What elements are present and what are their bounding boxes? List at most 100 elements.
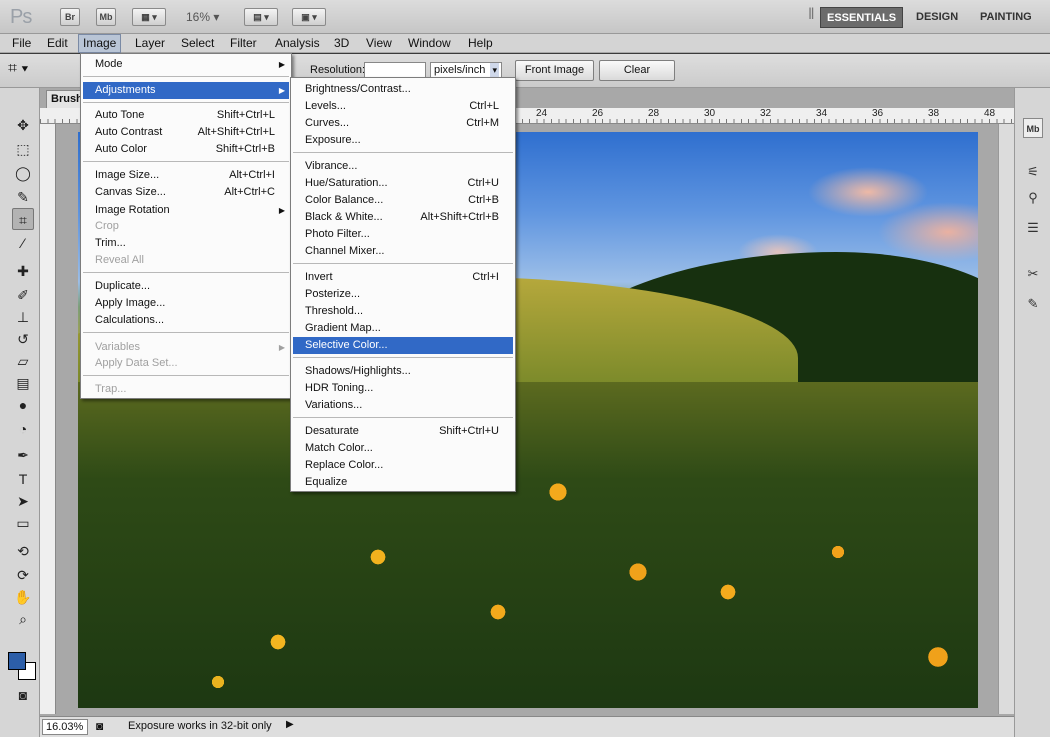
panel-dock: Mb ⚟ ⚲ ☰ ✂ ✎ (1014, 88, 1050, 737)
pen-tool-icon[interactable]: ✒ (12, 444, 34, 466)
hand-tool-icon[interactable]: ✋ (12, 586, 34, 608)
workspace-painting[interactable]: PAINTING (974, 7, 1038, 28)
zoom-percentage-field[interactable]: 16.03% (42, 719, 88, 735)
lasso-tool-icon[interactable]: ◯ (12, 162, 34, 184)
menu-select[interactable]: Select (177, 34, 218, 53)
image-menu-calculations[interactable]: Calculations... (83, 312, 289, 329)
menu-image[interactable]: Image (78, 34, 122, 53)
menu-analysis[interactable]: Analysis (271, 34, 324, 53)
status-menu-arrow-icon[interactable]: ▶ (286, 719, 294, 730)
blur-tool-icon[interactable]: ● (12, 394, 34, 416)
image-menu-image-rotation[interactable]: Image Rotation ▶ (83, 202, 289, 219)
adj-replace-color[interactable]: Replace Color... (293, 457, 513, 474)
type-tool-icon[interactable]: T (12, 468, 34, 490)
tool-presets-panel-icon[interactable]: ✂ (1023, 264, 1043, 284)
image-menu-auto-contrast[interactable]: Auto Contrast Alt+Shift+Ctrl+L (83, 124, 289, 141)
adj-levels[interactable]: Levels... Ctrl+L (293, 98, 513, 115)
quick-mask-icon[interactable]: ◙ (12, 684, 34, 706)
image-menu-trim[interactable]: Trim... (83, 235, 289, 252)
image-menu-adjustments[interactable]: Adjustments ▶ (83, 82, 289, 99)
3d-orbit-tool-icon[interactable]: ⟳ (12, 564, 34, 586)
adj-color-balance[interactable]: Color Balance... Ctrl+B (293, 192, 513, 209)
menu-file[interactable]: File (8, 34, 35, 53)
brush-panel-icon[interactable]: ✎ (1023, 294, 1043, 314)
adj-invert[interactable]: Invert Ctrl+I (293, 269, 513, 286)
clone-stamp-tool-icon[interactable]: ⊥ (12, 306, 34, 328)
menu-3d[interactable]: 3D (330, 34, 353, 53)
adj-vibrance[interactable]: Vibrance... (293, 158, 513, 175)
healing-brush-tool-icon[interactable]: ✚ (12, 260, 34, 282)
image-menu-mode[interactable]: Mode ▶ (83, 56, 289, 73)
menu-window[interactable]: Window (404, 34, 455, 53)
menu-separator (83, 272, 289, 273)
brush-tool-icon[interactable]: ✐ (12, 284, 34, 306)
menu-view[interactable]: View (362, 34, 396, 53)
adj-brightness-contrast[interactable]: Brightness/Contrast... (293, 81, 513, 98)
image-menu-image-size[interactable]: Image Size... Alt+Ctrl+I (83, 167, 289, 184)
adj-equalize[interactable]: Equalize (293, 474, 513, 491)
history-brush-tool-icon[interactable]: ↺ (12, 328, 34, 350)
image-menu-duplicate[interactable]: Duplicate... (83, 278, 289, 295)
view-extras-button[interactable]: ▦ ▾ (132, 8, 166, 26)
menu-help[interactable]: Help (464, 34, 497, 53)
adj-threshold[interactable]: Threshold... (293, 303, 513, 320)
vertical-scrollbar[interactable] (998, 124, 1014, 714)
3d-rotate-tool-icon[interactable]: ⟲ (12, 540, 34, 562)
eraser-tool-icon[interactable]: ▱ (12, 350, 34, 372)
separator-grip: ‖ (808, 6, 815, 23)
clear-button[interactable]: Clear (599, 60, 675, 81)
menu-filter[interactable]: Filter (226, 34, 261, 53)
clone-source-panel-icon[interactable]: ⚲ (1023, 188, 1043, 208)
front-image-button[interactable]: Front Image (515, 60, 594, 81)
menu-separator (293, 263, 513, 264)
image-menu-auto-tone[interactable]: Auto Tone Shift+Ctrl+L (83, 107, 289, 124)
image-menu-auto-color[interactable]: Auto Color Shift+Ctrl+B (83, 141, 289, 158)
adj-curves[interactable]: Curves... Ctrl+M (293, 115, 513, 132)
gradient-tool-icon[interactable]: ▤ (12, 372, 34, 394)
zoom-level[interactable]: 16% ▾ (186, 10, 219, 24)
screen-mode-button[interactable]: ▣ ▾ (292, 8, 326, 26)
workspace-essentials[interactable]: ESSENTIALS (820, 7, 904, 28)
zoom-tool-icon[interactable]: ⌕ (12, 608, 34, 630)
menu-separator (83, 375, 289, 376)
image-menu-apply-image[interactable]: Apply Image... (83, 295, 289, 312)
arrange-documents-button[interactable]: ▤ ▾ (244, 8, 278, 26)
mini-bridge-panel-icon[interactable]: Mb (1023, 118, 1043, 138)
history-panel-icon[interactable]: ☰ (1023, 218, 1043, 238)
adj-hdr-toning[interactable]: HDR Toning... (293, 380, 513, 397)
adj-shadows-highlights[interactable]: Shadows/Highlights... (293, 363, 513, 380)
adjustments-panel-icon[interactable]: ⚟ (1023, 162, 1043, 182)
quick-selection-tool-icon[interactable]: ✎ (12, 186, 34, 208)
adj-selective-color[interactable]: Selective Color... (293, 337, 513, 354)
adj-channel-mixer[interactable]: Channel Mixer... (293, 243, 513, 260)
application-bar: Ps Br Mb ▦ ▾ 16% ▾ ▤ ▾ ▣ ▾ ‖ ESSENTIALS … (0, 0, 1050, 34)
status-info-icon[interactable]: ◙ (96, 719, 103, 733)
bridge-button[interactable]: Br (60, 8, 80, 26)
adj-desaturate[interactable]: Desaturate Shift+Ctrl+U (293, 423, 513, 440)
menu-separator (293, 152, 513, 153)
adj-hue-saturation[interactable]: Hue/Saturation... Ctrl+U (293, 175, 513, 192)
adj-variations[interactable]: Variations... (293, 397, 513, 414)
eyedropper-tool-icon[interactable]: ⁄ (12, 232, 34, 254)
path-selection-tool-icon[interactable]: ➤ (12, 490, 34, 512)
vertical-ruler (40, 124, 56, 714)
adj-gradient-map[interactable]: Gradient Map... (293, 320, 513, 337)
adj-black-white[interactable]: Black & White... Alt+Shift+Ctrl+B (293, 209, 513, 226)
adj-exposure[interactable]: Exposure... (293, 132, 513, 149)
mini-bridge-button[interactable]: Mb (96, 8, 116, 26)
marquee-tool-icon[interactable]: ⬚ (12, 138, 34, 160)
crop-tool-preset-icon[interactable]: ⌗ ▾ (8, 60, 28, 78)
foreground-color-swatch[interactable] (8, 652, 26, 670)
menu-layer[interactable]: Layer (131, 34, 169, 53)
move-tool-icon[interactable]: ✥ (12, 114, 34, 136)
adj-match-color[interactable]: Match Color... (293, 440, 513, 457)
adj-posterize[interactable]: Posterize... (293, 286, 513, 303)
shape-tool-icon[interactable]: ▭ (12, 512, 34, 534)
dodge-tool-icon[interactable]: ◔ (12, 418, 34, 440)
adj-photo-filter[interactable]: Photo Filter... (293, 226, 513, 243)
ruler-label: 26 (592, 108, 604, 119)
workspace-design[interactable]: DESIGN (910, 7, 964, 28)
image-menu-canvas-size[interactable]: Canvas Size... Alt+Ctrl+C (83, 184, 289, 201)
crop-tool-icon[interactable]: ⌗ (12, 208, 34, 230)
menu-edit[interactable]: Edit (43, 34, 72, 53)
